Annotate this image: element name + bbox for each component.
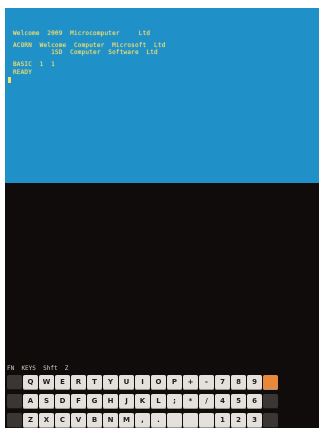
key-x[interactable]: X bbox=[39, 413, 54, 428]
key-k[interactable]: K bbox=[135, 394, 150, 409]
terminal-screen[interactable]: Welcome 2009 Microcomputer Ltd ACORN Wel… bbox=[5, 8, 319, 183]
keyboard-status-line: FN KEYS Shft Z bbox=[7, 365, 69, 372]
key-v[interactable]: V bbox=[71, 413, 86, 428]
key-slash[interactable]: / bbox=[199, 394, 214, 409]
key-3[interactable]: 3 bbox=[247, 413, 262, 428]
terminal-line-2: ACORN Welcome Computer Microsoft Ltd bbox=[13, 42, 166, 49]
key-r[interactable]: R bbox=[71, 375, 86, 390]
key-d[interactable]: D bbox=[55, 394, 70, 409]
key-z[interactable]: Z bbox=[23, 413, 38, 428]
key-1[interactable]: 1 bbox=[215, 413, 230, 428]
keyboard-row-1: Q W E R T Y U I O P + -7 8 9 bbox=[7, 375, 278, 390]
key-blank-2-0[interactable] bbox=[7, 413, 22, 428]
key-o[interactable]: O bbox=[151, 375, 166, 390]
key-u[interactable]: U bbox=[119, 375, 134, 390]
key-b[interactable]: B bbox=[87, 413, 102, 428]
key-blank-1-16[interactable] bbox=[263, 394, 278, 409]
terminal-line-5: READY bbox=[13, 69, 33, 76]
emulator-device: Welcome 2009 Microcomputer Ltd ACORN Wel… bbox=[5, 8, 319, 428]
key-e[interactable]: E bbox=[55, 375, 70, 390]
key-2[interactable]: 2 bbox=[231, 413, 246, 428]
key-y[interactable]: Y bbox=[103, 375, 118, 390]
terminal-line-4: BASIC 1 1 bbox=[13, 61, 55, 68]
key-minus[interactable]: - bbox=[199, 375, 214, 390]
key-t[interactable]: T bbox=[87, 375, 102, 390]
terminal-line-3: 1SD Computer Software Ltd bbox=[13, 49, 158, 56]
key-7[interactable]: 7 bbox=[215, 375, 230, 390]
terminal-line-1: Welcome 2009 Microcomputer Ltd bbox=[13, 30, 151, 37]
key-a[interactable]: A bbox=[23, 394, 38, 409]
key-blank-0-16[interactable] bbox=[263, 375, 278, 390]
key-4[interactable]: 4 bbox=[215, 394, 230, 409]
key-period[interactable]: . bbox=[151, 413, 166, 428]
key-plus[interactable]: + bbox=[183, 375, 198, 390]
key-i[interactable]: I bbox=[135, 375, 150, 390]
key-p[interactable]: P bbox=[167, 375, 182, 390]
key-l[interactable]: L bbox=[151, 394, 166, 409]
key-h[interactable]: H bbox=[103, 394, 118, 409]
key-j[interactable]: J bbox=[119, 394, 134, 409]
keyboard-row-2: A S D F G H J K L; */4 5 6 bbox=[7, 394, 278, 409]
key-n[interactable]: N bbox=[103, 413, 118, 428]
blank-display-area bbox=[5, 183, 319, 363]
key-comma[interactable]: , bbox=[135, 413, 150, 428]
key-blank-2-10[interactable] bbox=[167, 413, 182, 428]
key-5[interactable]: 5 bbox=[231, 394, 246, 409]
key-c[interactable]: C bbox=[55, 413, 70, 428]
key-q[interactable]: Q bbox=[23, 375, 38, 390]
key-blank-2-12[interactable] bbox=[199, 413, 214, 428]
key-6[interactable]: 6 bbox=[247, 394, 262, 409]
key-m[interactable]: M bbox=[119, 413, 134, 428]
key-star[interactable]: * bbox=[183, 394, 198, 409]
key-s[interactable]: S bbox=[39, 394, 54, 409]
key-f[interactable]: F bbox=[71, 394, 86, 409]
key-blank-2-16[interactable] bbox=[263, 413, 278, 428]
keyboard-row-3: ZXCVBNM,. 123 bbox=[7, 413, 278, 428]
key-blank-1-0[interactable] bbox=[7, 394, 22, 409]
key-9[interactable]: 9 bbox=[247, 375, 262, 390]
key-w[interactable]: W bbox=[39, 375, 54, 390]
key-8[interactable]: 8 bbox=[231, 375, 246, 390]
key-blank-0-0[interactable] bbox=[7, 375, 22, 390]
text-cursor bbox=[8, 77, 11, 83]
on-screen-keyboard: Q W E R T Y U I O P + -7 8 9 A S D F G H J K L; */4 5 6 ZXCVBNM,… bbox=[7, 375, 319, 428]
key-semicolon[interactable]: ; bbox=[167, 394, 182, 409]
key-blank-2-11[interactable] bbox=[183, 413, 198, 428]
key-g[interactable]: G bbox=[87, 394, 102, 409]
